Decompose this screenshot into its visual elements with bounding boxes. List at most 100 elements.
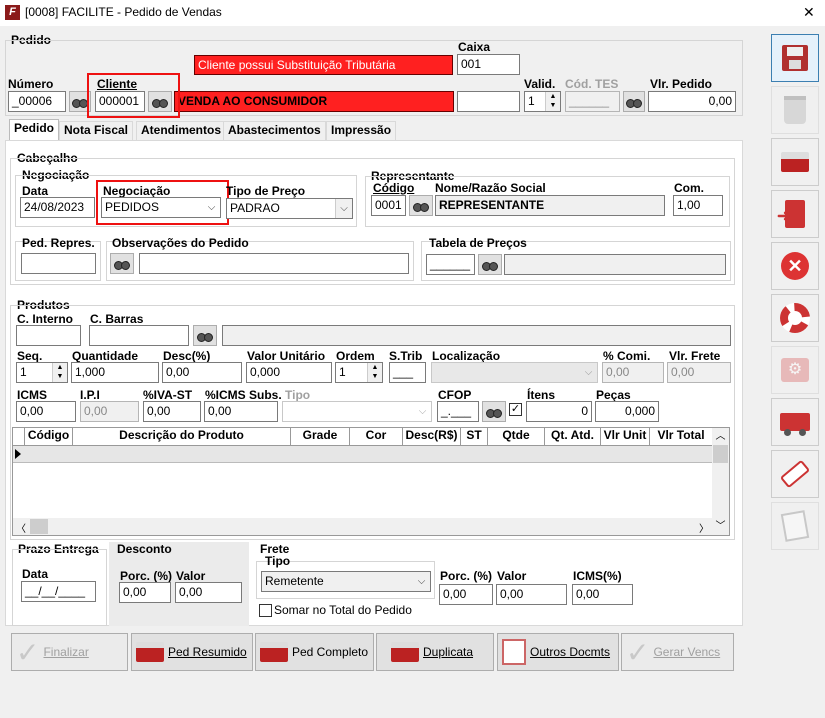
frete-tipo-label: Tipo xyxy=(265,554,291,568)
grid-hscroll[interactable]: 〈 〉 xyxy=(13,518,712,535)
valor-unitario-field[interactable]: 0,000 xyxy=(246,362,332,383)
binoculars-icon xyxy=(113,258,131,270)
c-barras-field[interactable] xyxy=(89,325,189,346)
iva-field[interactable]: 0,00 xyxy=(143,401,201,422)
cod-tes-search-button[interactable] xyxy=(623,91,645,112)
caixa-field[interactable]: 001 xyxy=(457,54,520,75)
comi-field[interactable]: 0,00 xyxy=(602,362,664,383)
cod-tes-field[interactable]: ______ xyxy=(565,91,620,112)
scroll-left-icon[interactable]: 〈 xyxy=(16,520,26,535)
cfop-field[interactable]: _.___ xyxy=(437,401,479,422)
tab-nota-fiscal[interactable]: Nota Fiscal xyxy=(59,121,134,140)
tab-pedido[interactable]: Pedido xyxy=(9,119,60,141)
vlr-frete-label: Vlr. Frete xyxy=(669,349,721,363)
ordem-spinner[interactable]: 1 ▲ ▼ xyxy=(335,362,383,383)
grid-header-desc[interactable]: Desc(R$) xyxy=(403,428,461,445)
numero-field[interactable]: _00006 xyxy=(8,91,66,112)
spinner-arrows[interactable]: ▲ ▼ xyxy=(367,363,382,382)
hscroll-thumb[interactable] xyxy=(30,519,48,534)
produto-search-button[interactable] xyxy=(193,325,217,346)
obs-field[interactable] xyxy=(139,253,409,274)
ipi-field[interactable]: 0,00 xyxy=(80,401,139,422)
ped-repres-field[interactable] xyxy=(21,253,96,274)
delivery-button[interactable] xyxy=(771,398,819,446)
app-icon: F xyxy=(5,5,20,20)
binoculars-icon xyxy=(412,200,430,212)
tabela-field[interactable]: ______ xyxy=(426,254,475,275)
somar-checkbox[interactable] xyxy=(259,604,272,617)
grid-header-cor[interactable]: Cor xyxy=(350,428,403,445)
grid-header-qt-atd[interactable]: Qt. Atd. xyxy=(545,428,601,445)
help-button[interactable] xyxy=(771,294,819,342)
grid-header-descricao[interactable]: Descrição do Produto xyxy=(73,428,291,445)
tipo-select[interactable]: ⌵ xyxy=(282,401,432,422)
duplicata-button[interactable]: Duplicata xyxy=(376,633,494,671)
prazo-data-field[interactable]: __/__/____ xyxy=(21,581,96,602)
print-button[interactable] xyxy=(771,138,819,186)
spinner-arrows[interactable]: ▲ ▼ xyxy=(52,363,67,382)
com-field[interactable]: 1,00 xyxy=(673,195,723,216)
grid-header-vlr-unit[interactable]: Vlr Unit xyxy=(601,428,650,445)
cancel-button[interactable]: ✕ xyxy=(771,242,819,290)
grid-row[interactable] xyxy=(13,445,712,463)
grid-header-codigo[interactable]: Código xyxy=(25,428,73,445)
c-interno-field[interactable] xyxy=(16,325,81,346)
gerar-vencs-button[interactable]: ✓ Gerar Vencs xyxy=(621,633,734,671)
exit-button[interactable]: ➜ xyxy=(771,190,819,238)
outros-docmts-button[interactable]: Outros Docmts xyxy=(497,633,619,671)
documents-button[interactable] xyxy=(771,502,819,550)
frete-tipo-select[interactable]: Remetente ⌵ xyxy=(261,571,431,592)
scroll-down-icon[interactable]: ﹀ xyxy=(712,518,729,535)
tab-impressao[interactable]: Impressão xyxy=(326,121,397,140)
cfop-search-button[interactable] xyxy=(482,401,506,422)
frete-porc-label: Porc. (%) xyxy=(440,569,493,583)
ordem-label: Ordem xyxy=(336,349,375,363)
data-field[interactable]: 24/08/2023 xyxy=(20,197,95,218)
obs-search-button[interactable] xyxy=(110,253,134,274)
tabela-search-button[interactable] xyxy=(478,254,502,275)
close-button[interactable]: ✕ xyxy=(803,4,815,21)
itens-field: 0 xyxy=(526,401,592,422)
grid-header-vlr-total[interactable]: Vlr Total xyxy=(650,428,712,445)
tab-abastecimentos[interactable]: Abastecimentos xyxy=(223,121,326,140)
representante-search-button[interactable] xyxy=(409,195,433,216)
scroll-thumb[interactable] xyxy=(713,445,728,463)
spinner-arrows[interactable]: ▲ ▼ xyxy=(545,92,560,111)
valid-spinner[interactable]: 1 ▲ ▼ xyxy=(524,91,561,112)
save-button[interactable] xyxy=(771,34,819,82)
desconto-valor-field[interactable]: 0,00 xyxy=(175,582,242,603)
tabela-label: Tabela de Preços xyxy=(429,236,527,250)
grid-header-qtde[interactable]: Qtde xyxy=(488,428,545,445)
frete-porc-field[interactable]: 0,00 xyxy=(439,584,493,605)
finalizar-button[interactable]: ✓ Finalizar xyxy=(11,633,128,671)
ped-completo-button[interactable]: Ped Completo xyxy=(255,633,374,671)
desconto-valor-label: Valor xyxy=(176,569,206,583)
seq-spinner[interactable]: 1 ▲ ▼ xyxy=(16,362,68,383)
grid-header-grade[interactable]: Grade xyxy=(291,428,350,445)
produto-desc-field xyxy=(222,325,731,346)
grid-vscroll[interactable]: ︿ ﹀ xyxy=(712,428,729,535)
ped-resumido-button[interactable]: Ped Resumido xyxy=(131,633,253,671)
settings-button[interactable]: ⚙ xyxy=(771,346,819,394)
icms-subs-field[interactable]: 0,00 xyxy=(204,401,278,422)
scroll-up-icon[interactable]: ︿ xyxy=(712,428,729,445)
tab-atendimentos[interactable]: Atendimentos xyxy=(136,121,227,140)
vlr-pedido-label: Vlr. Pedido xyxy=(650,77,713,91)
tipo-preco-value: PADRAO xyxy=(230,201,280,215)
grid-header-st[interactable]: ST xyxy=(461,428,488,445)
frete-icms-field[interactable]: 0,00 xyxy=(572,584,633,605)
frete-valor-field[interactable]: 0,00 xyxy=(496,584,567,605)
scroll-right-icon[interactable]: 〉 xyxy=(699,520,709,535)
desconto-porc-field[interactable]: 0,00 xyxy=(119,582,171,603)
representante-codigo-field[interactable]: 0001 xyxy=(371,195,406,216)
cfop-checkbox[interactable]: ✓ xyxy=(509,403,522,416)
quantidade-field[interactable]: 1,000 xyxy=(71,362,159,383)
localizacao-select[interactable]: ⌵ xyxy=(431,362,598,383)
desc-field[interactable]: 0,00 xyxy=(162,362,242,383)
clear-button[interactable] xyxy=(771,450,819,498)
strib-field[interactable]: ___ xyxy=(389,362,426,383)
vlr-frete-field[interactable]: 0,00 xyxy=(667,362,731,383)
icms-field[interactable]: 0,00 xyxy=(16,401,76,422)
tipo-preco-select[interactable]: PADRAO ⌵ xyxy=(226,198,353,219)
delete-button[interactable] xyxy=(771,86,819,134)
